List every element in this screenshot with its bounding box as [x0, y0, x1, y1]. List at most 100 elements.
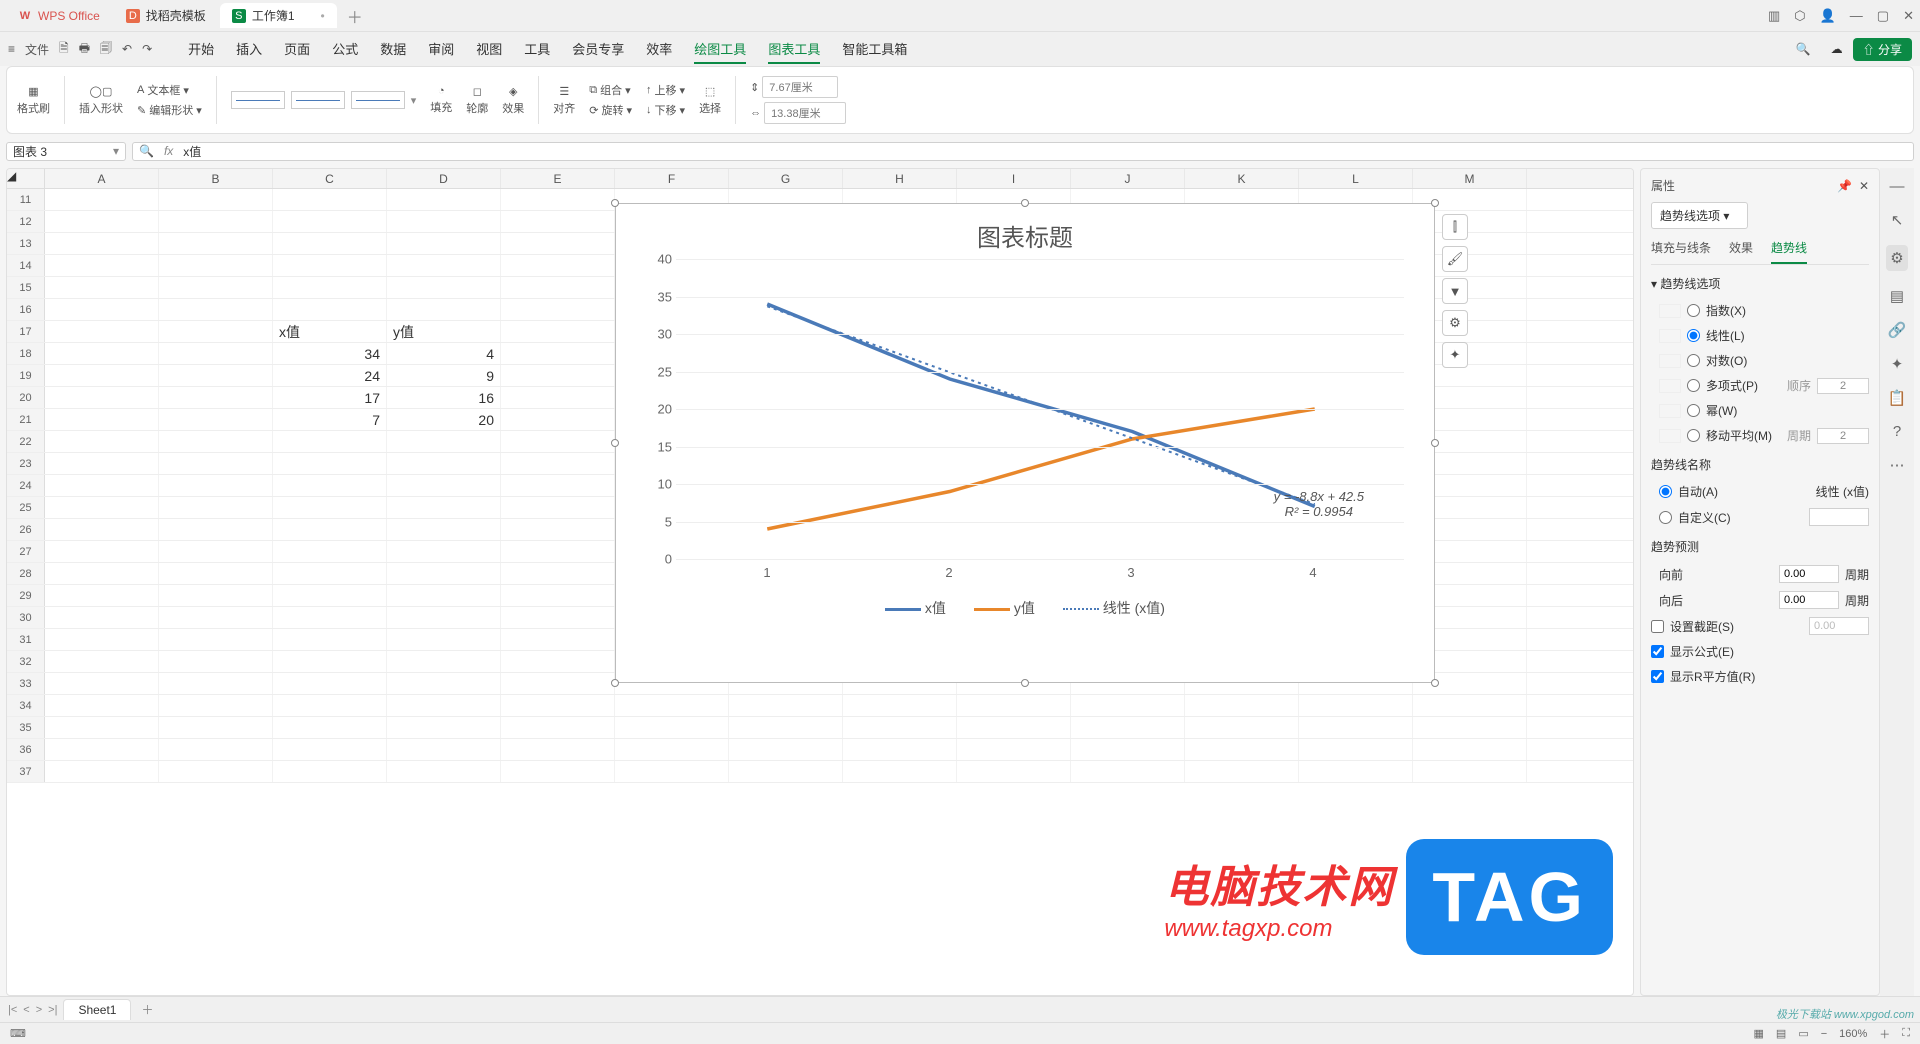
- cell[interactable]: [387, 585, 501, 606]
- cell[interactable]: [273, 431, 387, 452]
- cell[interactable]: 34: [273, 343, 387, 364]
- cell[interactable]: 24: [273, 365, 387, 386]
- cell[interactable]: [45, 739, 159, 760]
- formula-bar[interactable]: 🔍 fx x值: [132, 142, 1914, 161]
- cell[interactable]: [159, 475, 273, 496]
- cell[interactable]: [45, 299, 159, 320]
- row-header[interactable]: 32: [7, 651, 45, 672]
- row-header[interactable]: 17: [7, 321, 45, 342]
- cell[interactable]: [957, 717, 1071, 738]
- tab-menu-icon[interactable]: •: [321, 9, 325, 23]
- cell[interactable]: [387, 255, 501, 276]
- pin-icon[interactable]: 📌: [1837, 179, 1852, 193]
- row-header[interactable]: 25: [7, 497, 45, 518]
- cell[interactable]: [45, 585, 159, 606]
- clipboard-icon[interactable]: 📋: [1888, 389, 1907, 407]
- poly-order-input[interactable]: 2: [1817, 378, 1869, 394]
- cell[interactable]: [729, 739, 843, 760]
- cell[interactable]: [387, 673, 501, 694]
- legend-item[interactable]: 线性 (x值): [1063, 598, 1165, 618]
- chart-settings-button[interactable]: ⚙: [1442, 310, 1468, 336]
- cell[interactable]: [273, 453, 387, 474]
- cell[interactable]: [273, 277, 387, 298]
- more-icon[interactable]: ⋯: [1890, 456, 1905, 474]
- row-header[interactable]: 31: [7, 629, 45, 650]
- tab-template[interactable]: D 找稻壳模板: [114, 3, 218, 28]
- resize-handle[interactable]: [1021, 679, 1029, 687]
- row-header[interactable]: 12: [7, 211, 45, 232]
- cell[interactable]: [501, 343, 615, 364]
- zoom-out-icon[interactable]: −: [1821, 1028, 1827, 1040]
- zoom-level[interactable]: 160%: [1839, 1028, 1867, 1040]
- panel-selector[interactable]: 趋势线选项 ▾: [1651, 202, 1748, 229]
- column-header[interactable]: E: [501, 169, 615, 188]
- cell[interactable]: 20: [387, 409, 501, 430]
- column-header[interactable]: L: [1299, 169, 1413, 188]
- cell[interactable]: [501, 717, 615, 738]
- rotate-button[interactable]: ⟳旋转▾: [589, 102, 632, 118]
- cell[interactable]: [159, 343, 273, 364]
- row-header[interactable]: 26: [7, 519, 45, 540]
- cell[interactable]: [1299, 695, 1413, 716]
- menu-item[interactable]: 图表工具: [768, 35, 820, 64]
- group-button[interactable]: ⧉组合▾: [589, 82, 632, 98]
- cell[interactable]: [159, 519, 273, 540]
- row-header[interactable]: 35: [7, 717, 45, 738]
- cell[interactable]: [45, 651, 159, 672]
- cell[interactable]: [273, 607, 387, 628]
- cell[interactable]: [273, 299, 387, 320]
- cell[interactable]: [387, 695, 501, 716]
- cell[interactable]: [159, 365, 273, 386]
- cell[interactable]: [387, 629, 501, 650]
- cell[interactable]: [615, 761, 729, 782]
- cell[interactable]: [273, 189, 387, 210]
- name-custom[interactable]: 自定义(C): [1651, 504, 1869, 530]
- row-header[interactable]: 34: [7, 695, 45, 716]
- cell[interactable]: [159, 761, 273, 782]
- cell[interactable]: [273, 629, 387, 650]
- cell[interactable]: [387, 717, 501, 738]
- row-header[interactable]: 30: [7, 607, 45, 628]
- format-painter-button[interactable]: ▦格式刷: [17, 85, 50, 116]
- cell[interactable]: [45, 541, 159, 562]
- column-header[interactable]: M: [1413, 169, 1527, 188]
- panel-tab[interactable]: 趋势线: [1771, 239, 1807, 264]
- cell[interactable]: [273, 541, 387, 562]
- panel-tab[interactable]: 填充与线条: [1651, 239, 1711, 264]
- first-sheet-icon[interactable]: |<: [8, 1004, 17, 1016]
- chart-filter-button[interactable]: ▼: [1442, 278, 1468, 304]
- cell[interactable]: [501, 629, 615, 650]
- panel-tab[interactable]: 效果: [1729, 239, 1753, 264]
- cell[interactable]: [159, 607, 273, 628]
- cell[interactable]: 4: [387, 343, 501, 364]
- cell[interactable]: [387, 475, 501, 496]
- layers-icon[interactable]: ▤: [1890, 287, 1904, 305]
- row-header[interactable]: 27: [7, 541, 45, 562]
- chart-plot-area[interactable]: 0510152025303540 y = -8.8x + 42.5 R² = 0…: [676, 259, 1404, 559]
- cell[interactable]: [501, 321, 615, 342]
- lookup-icon[interactable]: 🔍: [139, 144, 154, 158]
- cell[interactable]: y值: [387, 321, 501, 342]
- row-header[interactable]: 29: [7, 585, 45, 606]
- cell[interactable]: [45, 233, 159, 254]
- row-header[interactable]: 18: [7, 343, 45, 364]
- maximize-button[interactable]: ▢: [1877, 8, 1889, 24]
- insert-shape-button[interactable]: ◯▢插入形状: [79, 85, 123, 116]
- cell[interactable]: [159, 541, 273, 562]
- app-menu-icon[interactable]: ▥: [1768, 8, 1780, 24]
- cell[interactable]: [1185, 761, 1299, 782]
- tab-workbook[interactable]: S 工作簿1 •: [220, 3, 337, 28]
- row-header[interactable]: 28: [7, 563, 45, 584]
- cell[interactable]: [273, 475, 387, 496]
- cell[interactable]: [843, 739, 957, 760]
- tab-wps-office[interactable]: W WPS Office: [6, 5, 112, 27]
- trendline-equation[interactable]: y = -8.8x + 42.5 R² = 0.9954: [1274, 489, 1364, 519]
- status-icon[interactable]: ⌨: [10, 1027, 26, 1040]
- cell[interactable]: [159, 453, 273, 474]
- menu-item[interactable]: 绘图工具: [694, 35, 746, 64]
- row-header[interactable]: 37: [7, 761, 45, 782]
- line-style-2[interactable]: [291, 91, 345, 109]
- resize-handle[interactable]: [1431, 439, 1439, 447]
- cell[interactable]: [501, 563, 615, 584]
- cell[interactable]: 7: [273, 409, 387, 430]
